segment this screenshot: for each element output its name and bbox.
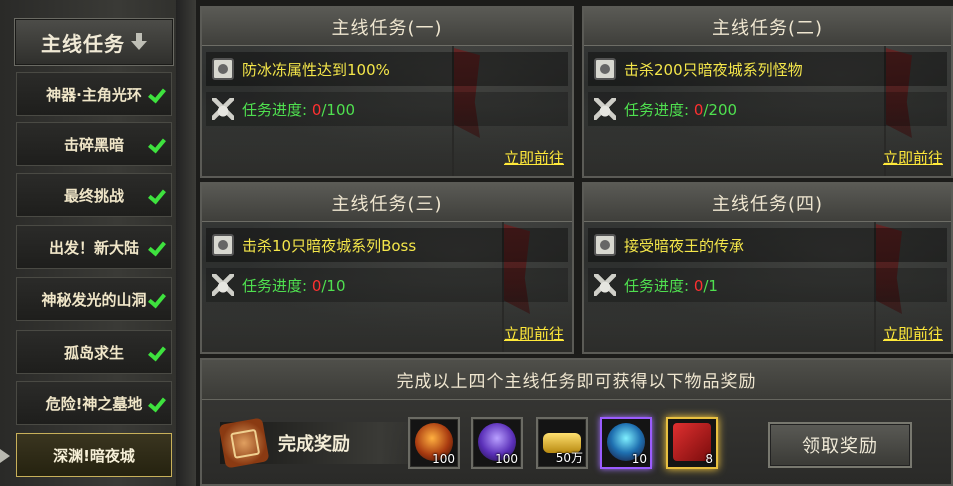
sidebar-item-3[interactable]: 最终挑战 xyxy=(16,173,172,217)
check-icon xyxy=(147,343,165,361)
sidebar-title: 主线任务 xyxy=(41,31,125,56)
quest-scroll-icon xyxy=(594,234,616,256)
sidebar-item-label: 神器·主角光环 xyxy=(46,85,142,104)
task-title-text: 主线任务(三) xyxy=(331,193,443,215)
check-icon xyxy=(147,135,165,153)
task-progress-row: 任务进度: 0/100 xyxy=(206,92,568,126)
task-progress-row: 任务进度: 0/1 xyxy=(588,268,947,302)
reward-item-1[interactable]: 100 xyxy=(408,417,460,469)
task-progress-row: 任务进度: 0/200 xyxy=(588,92,947,126)
progress-label: 任务进度: xyxy=(242,276,312,295)
sidebar-item-label: 神秘发光的山洞 xyxy=(41,290,147,309)
sidebar-item-label: 孤岛求生 xyxy=(63,343,124,362)
check-icon xyxy=(147,394,165,412)
sidebar-item-7[interactable]: 危险!神之墓地 xyxy=(16,381,172,425)
sidebar-item-5[interactable]: 神秘发光的山洞 xyxy=(16,277,172,321)
task-panel-1: 主线任务(一) 防冰冻属性达到100% 任务进度: 0/100 立即前往 xyxy=(200,6,574,178)
go-now-link[interactable]: 立即前往 xyxy=(504,323,564,344)
task-goal-row: 击杀10只暗夜城系列Boss xyxy=(206,228,568,262)
quest-scroll-icon xyxy=(212,58,234,80)
reward-tag: 完成奖励 xyxy=(218,417,420,469)
reward-item-4[interactable]: 10 xyxy=(600,417,652,469)
sidebar-header[interactable]: 主线任务 xyxy=(14,18,174,66)
progress-total: /1 xyxy=(703,276,718,295)
reward-item-3[interactable]: 50万 xyxy=(536,417,588,469)
progress-total: /200 xyxy=(703,100,738,119)
progress-current: 0 xyxy=(693,100,704,119)
task-sidebar: 主线任务 神器·主角光环 击碎黑暗 最终挑战 出发！新大陆 神秘发光的山洞 孤岛… xyxy=(0,0,196,486)
reward-item-2[interactable]: 100 xyxy=(471,417,523,469)
task-title-text: 主线任务(四) xyxy=(711,193,824,215)
sidebar-item-label: 击碎黑暗 xyxy=(63,135,124,154)
sidebar-item-label: 出发！新大陆 xyxy=(48,238,139,257)
claim-reward-button[interactable]: 领取奖励 xyxy=(768,422,912,468)
reward-header-text: 完成以上四个主线任务即可获得以下物品奖励 xyxy=(396,372,757,392)
task-panel-3: 主线任务(三) 击杀10只暗夜城系列Boss 任务进度: 0/10 立即前往 xyxy=(200,182,574,354)
sidebar-item-label: 最终挑战 xyxy=(63,186,124,205)
check-icon xyxy=(147,85,165,103)
task-progress-row: 任务进度: 0/10 xyxy=(206,268,568,302)
progress-current: 0 xyxy=(311,100,322,119)
task-goal: 防冰冻属性达到100% xyxy=(242,60,390,79)
sidebar-item-6[interactable]: 孤岛求生 xyxy=(16,330,172,374)
reward-panel: 完成以上四个主线任务即可获得以下物品奖励 完成奖励 100 100 50万 10… xyxy=(200,358,953,486)
progress-label: 任务进度: xyxy=(242,100,312,119)
quest-scroll-icon xyxy=(594,58,616,80)
reward-count: 8 xyxy=(705,452,713,466)
progress-total: /10 xyxy=(321,276,346,295)
check-icon xyxy=(147,290,165,308)
reward-count: 50万 xyxy=(555,451,583,465)
task-title-text: 主线任务(二) xyxy=(711,17,824,39)
go-now-link[interactable]: 立即前往 xyxy=(883,147,943,168)
go-now-link[interactable]: 立即前往 xyxy=(504,147,564,168)
check-icon xyxy=(147,186,165,204)
sidebar-item-2[interactable]: 击碎黑暗 xyxy=(16,122,172,166)
sidebar-item-8[interactable]: 深渊!暗夜城 xyxy=(16,433,172,477)
sidebar-item-label: 深渊!暗夜城 xyxy=(53,446,135,465)
task-panel-4: 主线任务(四) 接受暗夜王的传承 任务进度: 0/1 立即前往 xyxy=(582,182,953,354)
progress-current: 0 xyxy=(693,276,704,295)
reward-count: 100 xyxy=(495,452,518,466)
task-goal: 击杀10只暗夜城系列Boss xyxy=(242,236,417,255)
task-goal-row: 接受暗夜王的传承 xyxy=(588,228,947,262)
task-title: 主线任务(一) xyxy=(202,8,572,46)
reward-tag-text: 完成奖励 xyxy=(278,434,350,455)
task-title: 主线任务(三) xyxy=(202,184,572,222)
progress-current: 0 xyxy=(311,276,322,295)
progress-total: /100 xyxy=(321,100,356,119)
sidebar-edge xyxy=(176,0,196,486)
wing-emblem-icon xyxy=(594,98,616,120)
task-goal: 接受暗夜王的传承 xyxy=(624,236,745,255)
task-goal-row: 击杀200只暗夜城系列怪物 xyxy=(588,52,947,86)
reward-count: 100 xyxy=(432,452,455,466)
task-goal: 击杀200只暗夜城系列怪物 xyxy=(624,60,803,79)
selection-pointer-icon xyxy=(0,449,10,463)
wing-emblem-icon xyxy=(212,274,234,296)
go-now-link[interactable]: 立即前往 xyxy=(883,323,943,344)
progress-label: 任务进度: xyxy=(624,276,694,295)
reward-badge-icon xyxy=(218,417,270,469)
quest-scroll-icon xyxy=(212,234,234,256)
reward-item-5[interactable]: 8 xyxy=(666,417,718,469)
reward-count: 10 xyxy=(631,452,647,466)
reward-header: 完成以上四个主线任务即可获得以下物品奖励 xyxy=(202,360,951,400)
progress-label: 任务进度: xyxy=(624,100,694,119)
arrow-down-icon xyxy=(131,33,147,51)
task-title-text: 主线任务(一) xyxy=(331,17,443,39)
task-title: 主线任务(四) xyxy=(584,184,951,222)
check-icon xyxy=(147,238,165,256)
sidebar-item-label: 危险!神之墓地 xyxy=(45,394,143,413)
task-goal-row: 防冰冻属性达到100% xyxy=(206,52,568,86)
sidebar-item-1[interactable]: 神器·主角光环 xyxy=(16,72,172,116)
task-panel-2: 主线任务(二) 击杀200只暗夜城系列怪物 任务进度: 0/200 立即前往 xyxy=(582,6,953,178)
task-title: 主线任务(二) xyxy=(584,8,951,46)
sidebar-item-4[interactable]: 出发！新大陆 xyxy=(16,225,172,269)
wing-emblem-icon xyxy=(212,98,234,120)
claim-reward-label: 领取奖励 xyxy=(802,436,878,457)
wing-emblem-icon xyxy=(594,274,616,296)
